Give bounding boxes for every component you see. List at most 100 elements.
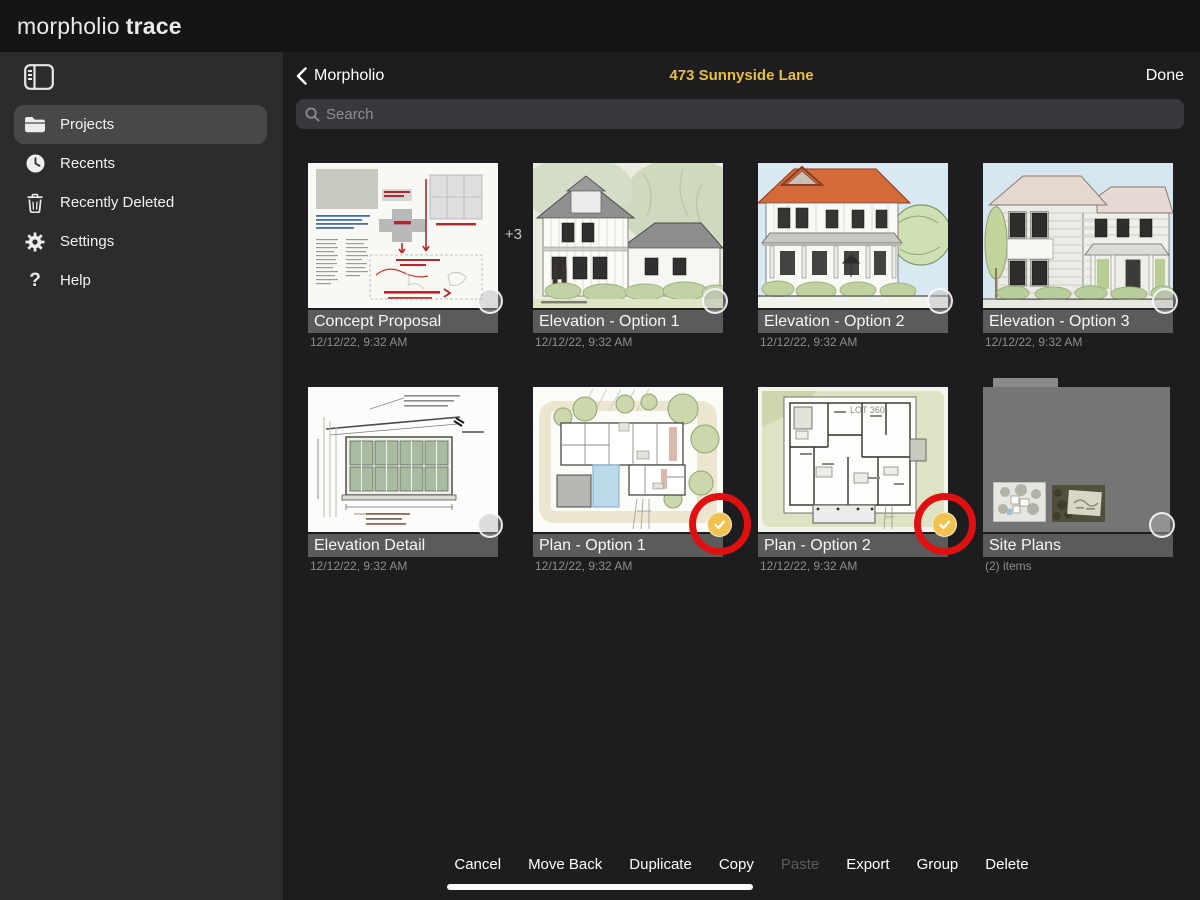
sidebar-item-label: Recently Deleted	[60, 194, 175, 211]
app-logo-primary: morpholio	[17, 12, 120, 39]
plan-option-2-drawing: LOT 360	[758, 387, 948, 532]
move-back-button[interactable]: Move Back	[528, 856, 602, 873]
project-title: Elevation - Option 3	[983, 310, 1173, 333]
project-thumbnail	[758, 163, 953, 314]
export-button[interactable]: Export	[846, 856, 889, 873]
back-button-label: Morpholio	[314, 66, 385, 84]
folder-icon	[24, 116, 46, 133]
sidebar-toggle-icon	[24, 64, 54, 90]
app-logo: morpholio trace	[17, 13, 182, 40]
paste-button: Paste	[780, 856, 820, 873]
selection-circle[interactable]	[702, 288, 728, 314]
project-title: Elevation - Option 1	[533, 310, 723, 333]
selection-circle[interactable]	[477, 512, 503, 538]
cancel-button[interactable]: Cancel	[454, 856, 501, 873]
concept-proposal-drawing	[308, 163, 498, 308]
page-title: 473 Sunnyside Lane	[669, 67, 814, 84]
copy-button[interactable]: Copy	[719, 856, 754, 873]
selection-circle[interactable]	[1152, 288, 1178, 314]
project-date: 12/12/22, 9:32 AM	[535, 335, 633, 349]
project-card-elevation-option-3[interactable]: Elevation - Option 3 12/12/22, 9:32 AM	[983, 163, 1178, 349]
elevation-detail-drawing	[308, 387, 498, 532]
sidebar-item-label: Recents	[60, 155, 116, 172]
site-plan-mini-thumbnail	[993, 482, 1046, 522]
project-date: 12/12/22, 9:32 AM	[310, 335, 408, 349]
project-browser: Morpholio 473 Sunnyside Lane Done Search…	[283, 52, 1200, 900]
project-card-concept-proposal[interactable]: +3 Concept Proposal 12/12/22, 9:32 AM	[308, 163, 522, 349]
project-thumbnail: LOT 360	[758, 387, 976, 555]
sidebar-item-projects[interactable]: Projects	[14, 105, 267, 144]
gear-icon	[24, 232, 46, 252]
project-title: Elevation - Option 2	[758, 310, 948, 333]
project-thumbnail	[983, 163, 1178, 314]
project-grid-row-2: Elevation Detail 12/12/22, 9:32 AM Plan …	[308, 378, 1175, 573]
delete-button[interactable]: Delete	[985, 856, 1028, 873]
folder-contents-preview	[993, 482, 1105, 522]
project-date: 12/12/22, 9:32 AM	[535, 559, 633, 573]
search-input[interactable]	[326, 105, 1118, 123]
home-indicator[interactable]	[447, 884, 753, 890]
app-logo-secondary: trace	[125, 12, 182, 39]
elevation-option-3-drawing	[983, 163, 1173, 308]
project-card-plan-option-1[interactable]: Plan - Option 1 12/12/22, 9:32 AM	[533, 387, 751, 573]
sidebar-item-settings[interactable]: Settings	[14, 222, 267, 261]
trash-icon	[24, 193, 46, 213]
project-card-plan-option-2[interactable]: LOT 360 Plan - Option 2 12/12/22, 9:32 A…	[758, 387, 976, 573]
sidebar-item-label: Projects	[60, 116, 115, 133]
project-date: 12/12/22, 9:32 AM	[310, 559, 408, 573]
project-item-count: (2) items	[985, 559, 1032, 573]
project-card-elevation-option-2[interactable]: Elevation - Option 2 12/12/22, 9:32 AM	[758, 163, 953, 349]
sidebar-item-help[interactable]: ? Help	[14, 261, 267, 300]
sidebar-item-label: Settings	[60, 233, 115, 250]
project-card-site-plans[interactable]: Site Plans (2) items	[983, 378, 1175, 573]
chevron-left-icon	[296, 66, 307, 85]
project-date: 12/12/22, 9:32 AM	[985, 335, 1083, 349]
duplicate-button[interactable]: Duplicate	[629, 856, 692, 873]
sidebar-item-label: Help	[60, 272, 91, 289]
project-title: Plan - Option 2	[758, 534, 948, 557]
folder-body	[983, 387, 1175, 538]
search-icon	[305, 107, 320, 121]
app-title-bar: morpholio trace	[0, 0, 1200, 52]
search-bar[interactable]	[296, 99, 1184, 129]
project-title: Site Plans	[983, 534, 1173, 557]
project-thumbnail	[533, 163, 728, 314]
project-thumbnail: +3	[308, 163, 522, 314]
help-icon: ?	[29, 269, 41, 291]
project-title: Plan - Option 1	[533, 534, 723, 557]
project-thumbnail	[983, 378, 1175, 538]
browser-nav-bar: Morpholio 473 Sunnyside Lane Done	[283, 52, 1200, 99]
selection-action-toolbar: Cancel Move Back Duplicate Copy Paste Ex…	[283, 852, 1200, 877]
clock-icon	[24, 154, 46, 173]
selection-circle[interactable]	[1149, 512, 1175, 538]
selection-circle[interactable]	[927, 288, 953, 314]
sidebar-menu: Projects Recents Recently Deleted Settin…	[0, 105, 283, 300]
project-title: Elevation Detail	[308, 534, 498, 557]
back-button[interactable]: Morpholio	[296, 67, 384, 85]
project-card-elevation-option-1[interactable]: Elevation - Option 1 12/12/22, 9:32 AM	[533, 163, 728, 349]
sidebar-item-recently-deleted[interactable]: Recently Deleted	[14, 183, 267, 222]
plan-lot-label: LOT 360	[850, 405, 885, 415]
sidebar-toggle-button[interactable]	[0, 52, 283, 103]
project-thumbnail	[533, 387, 751, 555]
project-date: 12/12/22, 9:32 AM	[760, 559, 858, 573]
aerial-photo-mini-thumbnail	[1052, 485, 1105, 522]
elevation-option-1-drawing	[533, 163, 723, 308]
stack-count-badge: +3	[504, 226, 522, 243]
project-card-elevation-detail[interactable]: Elevation Detail 12/12/22, 9:32 AM	[308, 387, 503, 573]
selection-check-circle[interactable]	[932, 512, 957, 537]
plan-option-1-drawing	[533, 387, 723, 532]
check-icon	[714, 520, 725, 530]
sidebar-item-recents[interactable]: Recents	[14, 144, 267, 183]
elevation-option-2-drawing	[758, 163, 948, 308]
sidebar: Projects Recents Recently Deleted Settin…	[0, 52, 283, 900]
project-date: 12/12/22, 9:32 AM	[760, 335, 858, 349]
project-thumbnail	[308, 387, 503, 538]
check-icon	[939, 520, 950, 530]
project-grid-row-1: +3 Concept Proposal 12/12/22, 9:32 AM El…	[308, 163, 1178, 349]
done-button[interactable]: Done	[1146, 67, 1184, 85]
selection-check-circle[interactable]	[707, 512, 732, 537]
group-button[interactable]: Group	[917, 856, 959, 873]
selection-circle[interactable]	[477, 288, 503, 314]
project-title: Concept Proposal	[308, 310, 498, 333]
